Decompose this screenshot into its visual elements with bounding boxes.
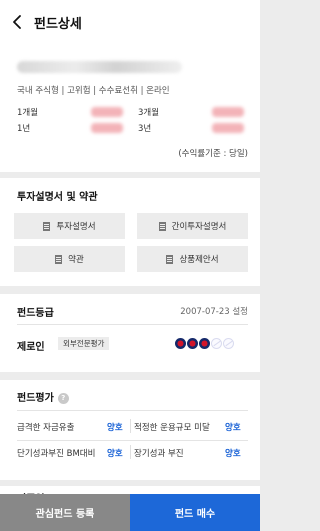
grade-ball-empty-icon (211, 338, 222, 349)
document-icon (158, 221, 166, 231)
grade-section: 펀드등급 2007-07-23 설정 제로인 외부전문평가 (0, 294, 260, 372)
add-watchlist-button[interactable]: 관심펀드 등록 (0, 494, 130, 531)
grade-ball-filled-icon (187, 338, 198, 349)
grade-rating (175, 338, 234, 349)
eval-value-short-term: 양호 (107, 449, 123, 459)
fund-summary: 국내 주식형 | 고위험 | 수수료선취 | 온라인 1개월 3개월 1년 3년… (0, 44, 260, 172)
divider (17, 410, 248, 411)
document-icon (43, 221, 51, 231)
eval-label-long-term: 장기성과 부진 (134, 449, 184, 459)
prospectus-button[interactable]: 투자설명서 (14, 213, 125, 239)
eval-value-long-term: 양호 (225, 449, 241, 459)
eval-value-outflow: 양호 (107, 423, 123, 433)
perf-label-1y: 1년 (17, 124, 31, 134)
docs-title: 투자설명서 및 약관 (17, 192, 98, 203)
fund-name-redacted (17, 61, 182, 73)
prospectus-label: 투자설명서 (56, 222, 96, 232)
perf-label-3m: 3개월 (138, 108, 160, 118)
grade-agency: 제로인 (17, 342, 45, 353)
summary-prospectus-label: 간이투자설명서 (171, 222, 227, 232)
bottom-action-bar: 관심펀드 등록 펀드 매수 (0, 494, 260, 531)
grade-ball-filled-icon (199, 338, 210, 349)
document-icon (55, 254, 63, 264)
evaluation-title-text: 펀드평가 (17, 393, 54, 404)
perf-row-2: 1년 3년 (17, 122, 247, 136)
evaluation-section: 펀드평가? 급격한 자금유출 양호 적정한 운용규모 미달 양호 단기성과부진 … (0, 380, 260, 480)
agency-badge: 외부전문평가 (58, 337, 110, 350)
page-title: 펀드상세 (34, 16, 82, 32)
perf-value-3y-redacted (212, 123, 244, 133)
summary-prospectus-button[interactable]: 간이투자설명서 (137, 213, 248, 239)
divider (17, 324, 248, 325)
terms-label: 약관 (68, 255, 84, 265)
buy-fund-button[interactable]: 펀드 매수 (130, 494, 260, 531)
grade-ball-filled-icon (175, 338, 186, 349)
perf-value-1m-redacted (91, 107, 123, 117)
perf-value-1y-redacted (91, 123, 123, 133)
proposal-button[interactable]: 상품제안서 (137, 246, 248, 272)
eval-label-short-term: 단기성과부진 BM대비 (17, 449, 96, 459)
vertical-divider (130, 445, 131, 459)
fund-tags: 국내 주식형 | 고위험 | 수수료선취 | 온라인 (17, 86, 170, 96)
back-button[interactable] (0, 0, 34, 44)
terms-button[interactable]: 약관 (14, 246, 125, 272)
vertical-divider (130, 419, 131, 433)
grade-date: 2007-07-23 설정 (180, 307, 248, 317)
perf-label-1m: 1개월 (17, 108, 39, 118)
perf-basis: (수익률기준 : 당일) (178, 149, 248, 159)
proposal-label: 상품제안서 (179, 255, 219, 265)
chevron-left-icon (13, 15, 21, 29)
help-icon[interactable]: ? (57, 393, 69, 404)
perf-label-3y: 3년 (138, 124, 152, 134)
docs-section: 투자설명서 및 약관 투자설명서 간이투자설명서 약관 상품제안서 (0, 178, 260, 286)
perf-value-3m-redacted (212, 107, 244, 117)
header: 펀드상세 (0, 0, 260, 44)
grade-ball-empty-icon (223, 338, 234, 349)
evaluation-title: 펀드평가? (17, 389, 69, 404)
eval-value-aum: 양호 (225, 423, 241, 433)
document-icon (166, 254, 174, 264)
eval-label-aum: 적정한 운용규모 미달 (134, 423, 210, 433)
divider (17, 440, 248, 441)
grade-title: 펀드등급 (17, 308, 54, 319)
perf-row-1: 1개월 3개월 (17, 106, 247, 120)
eval-label-outflow: 급격한 자금유출 (17, 423, 75, 433)
